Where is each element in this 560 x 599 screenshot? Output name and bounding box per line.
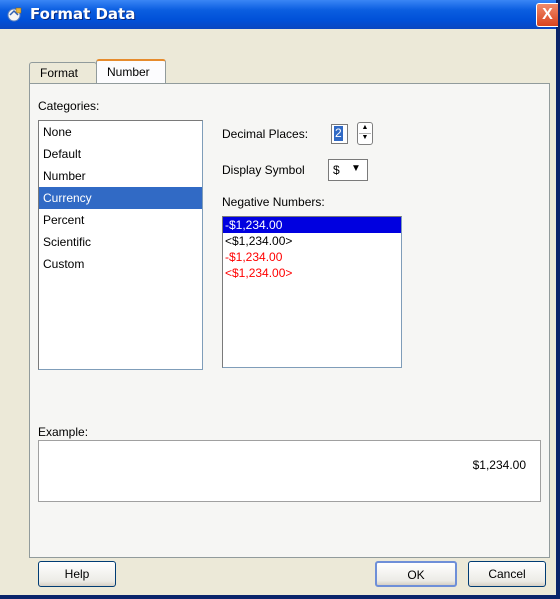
cancel-button-label: Cancel [488,567,526,581]
ok-button[interactable]: OK [375,561,457,587]
title-bar[interactable]: Format Data X [0,0,558,29]
example-value: $1,234.00 [472,458,526,472]
chevron-down-icon: ▼ [351,163,361,174]
negative-format-item[interactable]: <$1,234.00> [223,265,401,281]
help-button-label: Help [64,567,90,581]
categories-label: Categories: [38,99,100,113]
decimal-places-spinner[interactable]: ▲ ▼ [357,122,373,145]
display-symbol-select[interactable]: $ ▼ [328,159,368,181]
window-title: Format Data [30,5,136,23]
category-item-default[interactable]: Default [39,143,202,165]
help-button[interactable]: Help [38,561,116,587]
category-item-number[interactable]: Number [39,165,202,187]
categories-list[interactable]: None Default Number Currency Percent Scientif… [38,120,203,370]
negative-format-item[interactable]: -$1,234.00 [223,217,401,233]
category-item-currency[interactable]: Currency [39,187,202,209]
close-button[interactable]: X [536,3,558,27]
tab-format[interactable]: Format [29,62,97,83]
negative-numbers-list[interactable]: -$1,234.00 <$1,234.00> -$1,234.00 <$1,234.0… [222,216,402,368]
category-item-percent[interactable]: Percent [39,209,202,231]
close-icon: X [542,6,553,23]
category-item-custom[interactable]: Custom [39,253,202,275]
tab-number-label: Number [107,65,150,79]
category-item-none[interactable]: None [39,121,202,143]
example-preview: $1,234.00 [38,440,541,502]
decimal-places-field[interactable]: 2 [331,124,348,144]
decimal-places-label: Decimal Places: [222,127,309,141]
negative-format-item[interactable]: -$1,234.00 [223,249,401,265]
display-symbol-label: Display Symbol [222,163,305,177]
display-symbol-value: $ [333,163,340,177]
tab-format-label: Format [40,66,79,80]
negative-numbers-label: Negative Numbers: [222,195,325,209]
tab-number[interactable]: Number [96,59,166,83]
app-icon [7,7,22,22]
format-data-dialog: Format Data X Format Number Categories: … [0,0,560,599]
cancel-button[interactable]: Cancel [468,561,546,587]
negative-format-item[interactable]: <$1,234.00> [223,233,401,249]
example-label: Example: [38,425,89,439]
spin-down-icon[interactable]: ▼ [359,133,371,143]
category-item-scientific[interactable]: Scientific [39,231,202,253]
ok-button-label: OK [407,568,425,582]
decimal-places-value: 2 [334,126,343,141]
